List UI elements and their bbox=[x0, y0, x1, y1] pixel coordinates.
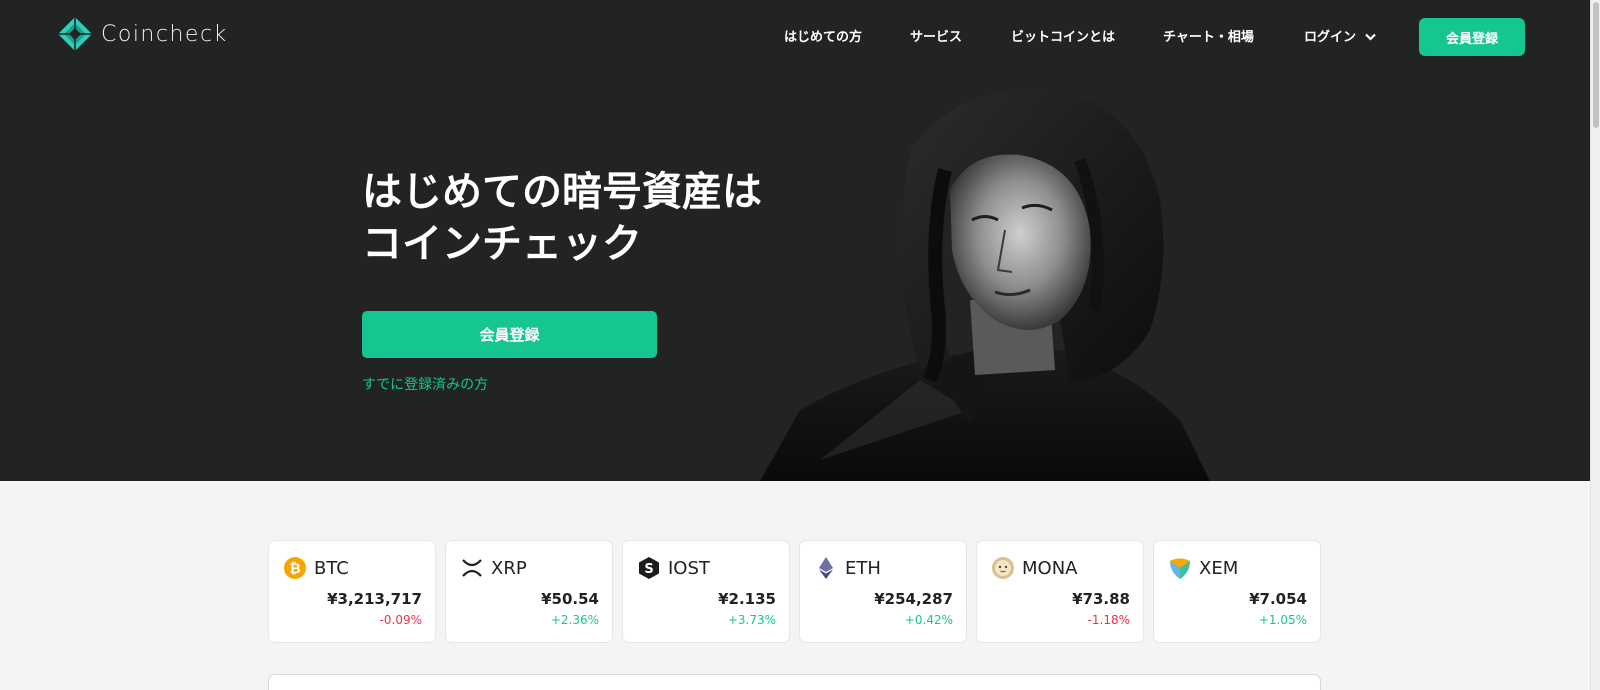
coin-change: +1.05% bbox=[1258, 613, 1307, 627]
coin-price: ¥254,287 bbox=[874, 590, 953, 608]
page: Coincheck はじめての方 サービス ビットコインとは チャート・相場 ロ… bbox=[0, 0, 1600, 690]
coin-symbol: IOST bbox=[668, 557, 710, 579]
hero-signup-button[interactable]: 会員登録 bbox=[362, 311, 657, 358]
coin-card-header: ₿ BTC bbox=[283, 555, 349, 581]
coin-symbol: ETH bbox=[845, 557, 881, 579]
nav-link-charts[interactable]: チャート・相場 bbox=[1163, 26, 1254, 45]
coin-price-list: ₿ BTC ¥3,213,717 -0.09% XRP ¥50.54 +2.36… bbox=[268, 540, 1321, 643]
bitcoin-icon: ₿ bbox=[283, 556, 307, 580]
coin-symbol: MONA bbox=[1022, 557, 1078, 579]
nem-icon bbox=[1168, 556, 1192, 580]
coin-price: ¥50.54 bbox=[541, 590, 599, 608]
coin-change: -1.18% bbox=[1087, 613, 1130, 627]
coin-price: ¥3,213,717 bbox=[327, 590, 422, 608]
hero-portrait-image bbox=[760, 88, 1210, 481]
coin-card-mona[interactable]: MONA ¥73.88 -1.18% bbox=[976, 540, 1144, 643]
coin-card-btc[interactable]: ₿ BTC ¥3,213,717 -0.09% bbox=[268, 540, 436, 643]
coin-symbol: BTC bbox=[314, 557, 349, 579]
coin-card-header: MONA bbox=[991, 555, 1077, 581]
header-signup-button[interactable]: 会員登録 bbox=[1419, 18, 1525, 56]
nav-link-login-label: ログイン bbox=[1304, 30, 1357, 45]
coin-card-iost[interactable]: S IOST ¥2.135 +3.73% bbox=[622, 540, 790, 643]
coin-change: +2.36% bbox=[550, 613, 599, 627]
coin-card-header: ETH bbox=[814, 555, 881, 581]
iost-icon: S bbox=[637, 556, 661, 580]
nav-link-for-beginners[interactable]: はじめての方 bbox=[784, 26, 862, 45]
top-navbar: Coincheck はじめての方 サービス ビットコインとは チャート・相場 ロ… bbox=[0, 0, 1590, 72]
main-nav: はじめての方 サービス ビットコインとは チャート・相場 ログイン bbox=[0, 26, 1590, 46]
scrollbar-thumb[interactable] bbox=[1593, 2, 1599, 128]
hero-headline: はじめての暗号資産は コインチェック bbox=[362, 166, 822, 270]
coin-symbol: XRP bbox=[491, 557, 527, 579]
xrp-icon bbox=[460, 556, 484, 580]
coin-card-xrp[interactable]: XRP ¥50.54 +2.36% bbox=[445, 540, 613, 643]
nav-link-about-bitcoin[interactable]: ビットコインとは bbox=[1011, 26, 1115, 45]
hero-section: Coincheck はじめての方 サービス ビットコインとは チャート・相場 ロ… bbox=[0, 0, 1590, 481]
nav-link-login[interactable]: ログイン bbox=[1304, 26, 1376, 45]
nav-link-services[interactable]: サービス bbox=[910, 26, 962, 45]
hero-headline-line-1: はじめての暗号資産は bbox=[362, 169, 762, 215]
coin-symbol: XEM bbox=[1199, 557, 1239, 579]
content-panel bbox=[268, 674, 1321, 690]
coin-card-eth[interactable]: ETH ¥254,287 +0.42% bbox=[799, 540, 967, 643]
ethereum-icon bbox=[814, 556, 838, 580]
coin-card-header: S IOST bbox=[637, 555, 710, 581]
coin-price: ¥7.054 bbox=[1249, 590, 1307, 608]
monacoin-icon bbox=[991, 556, 1015, 580]
svg-text:₿: ₿ bbox=[289, 561, 300, 577]
coin-price: ¥2.135 bbox=[718, 590, 776, 608]
coin-price: ¥73.88 bbox=[1072, 590, 1130, 608]
coin-change: -0.09% bbox=[379, 613, 422, 627]
coin-card-header: XRP bbox=[460, 555, 527, 581]
coin-change: +0.42% bbox=[904, 613, 953, 627]
coin-change: +3.73% bbox=[727, 613, 776, 627]
coin-card-xem[interactable]: XEM ¥7.054 +1.05% bbox=[1153, 540, 1321, 643]
page-scrollbar[interactable] bbox=[1590, 0, 1600, 690]
chevron-down-icon bbox=[1364, 30, 1376, 45]
svg-text:S: S bbox=[644, 562, 653, 577]
already-registered-link[interactable]: すでに登録済みの方 bbox=[362, 374, 488, 394]
coin-card-header: XEM bbox=[1168, 555, 1238, 581]
hero-headline-line-2: コインチェック bbox=[362, 221, 642, 267]
